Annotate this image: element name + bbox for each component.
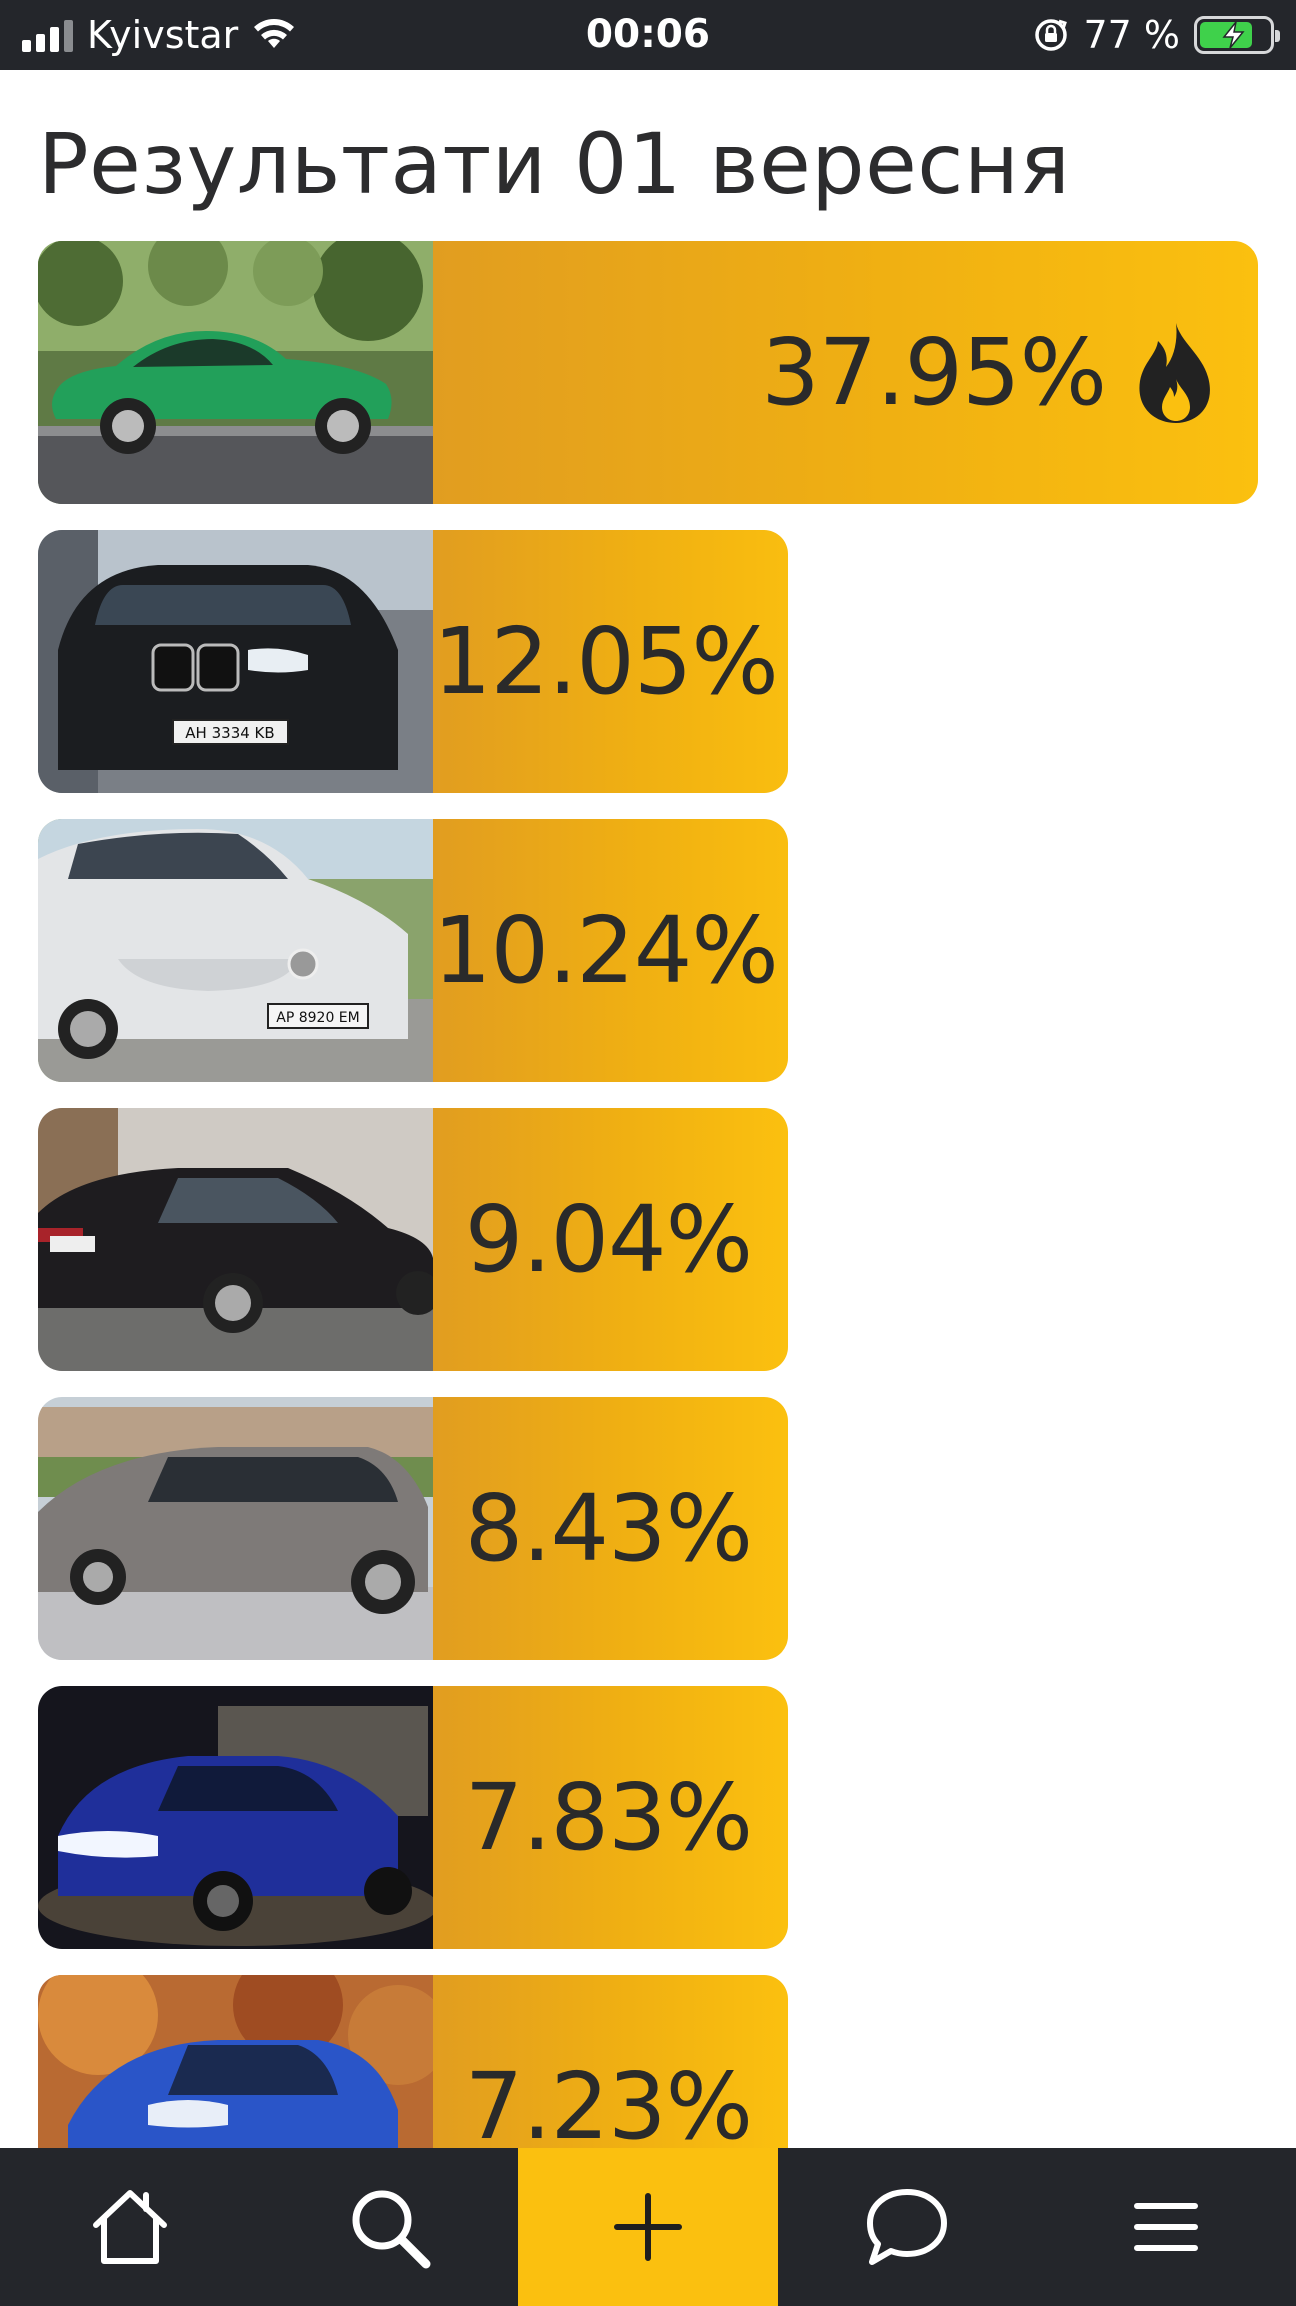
status-bar: Kyivstar 00:06 77 % bbox=[0, 0, 1296, 70]
result-percent: 8.43% bbox=[464, 1475, 753, 1582]
car-photo bbox=[38, 1686, 433, 1949]
car-photo: AH 3334 KB bbox=[38, 530, 433, 793]
page-title: Результати 01 вересня bbox=[38, 115, 1071, 213]
car-photo bbox=[38, 1397, 433, 1660]
svg-text:AP 8920 EM: AP 8920 EM bbox=[276, 1010, 359, 1026]
car-photo bbox=[38, 1108, 433, 1371]
results-list: 37.95% AH 3334 KB 12.05% AP 8920 EM 10.2… bbox=[38, 241, 1258, 2264]
car-photo: AP 8920 EM bbox=[38, 819, 433, 1082]
nav-messages[interactable] bbox=[778, 2148, 1037, 2306]
bottom-nav bbox=[0, 2148, 1296, 2306]
result-percent: 9.04% bbox=[464, 1186, 753, 1293]
svg-text:AH 3334 KB: AH 3334 KB bbox=[185, 724, 274, 742]
plus-icon bbox=[613, 2193, 682, 2261]
battery-percent: 77 % bbox=[1083, 13, 1180, 57]
result-percent: 7.23% bbox=[464, 2053, 753, 2160]
result-row[interactable]: 7.83% bbox=[38, 1686, 1258, 1949]
result-row[interactable]: AP 8920 EM 10.24% bbox=[38, 819, 1258, 1082]
result-row[interactable]: AH 3334 KB 12.05% bbox=[38, 530, 1258, 793]
result-percent: 12.05% bbox=[433, 608, 779, 715]
nav-search[interactable] bbox=[259, 2148, 518, 2306]
result-percent: 37.95% bbox=[761, 319, 1107, 426]
fire-icon bbox=[1139, 322, 1210, 423]
result-percent: 7.83% bbox=[464, 1764, 753, 1871]
battery-charging-icon bbox=[1194, 16, 1280, 54]
result-percent: 10.24% bbox=[433, 897, 779, 1004]
nav-add[interactable] bbox=[518, 2148, 778, 2306]
rotation-lock-icon bbox=[1035, 19, 1068, 51]
result-row[interactable]: 8.43% bbox=[38, 1397, 1258, 1660]
hamburger-menu-icon bbox=[1134, 2203, 1199, 2251]
home-icon bbox=[92, 2190, 167, 2264]
nav-menu[interactable] bbox=[1037, 2148, 1296, 2306]
nav-home[interactable] bbox=[0, 2148, 259, 2306]
search-icon bbox=[352, 2190, 431, 2269]
chat-bubble-icon bbox=[867, 2189, 948, 2265]
car-photo bbox=[38, 241, 433, 504]
result-row[interactable]: 9.04% bbox=[38, 1108, 1258, 1371]
result-row[interactable]: 37.95% bbox=[38, 241, 1258, 504]
